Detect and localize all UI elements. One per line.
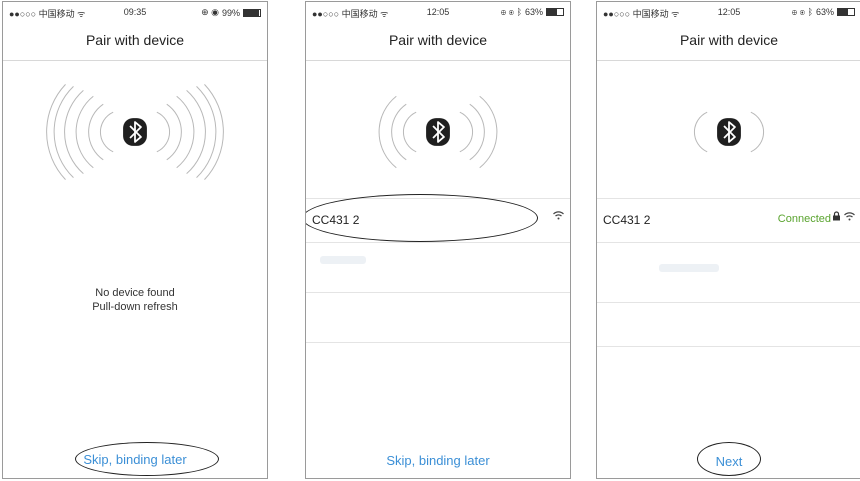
- screen-device-found: ●●○○○ 中国移动 ᯤ 12:05 ⊕ ◉ ᛒ 63% Pair with d…: [305, 1, 571, 479]
- page-title: Pair with device: [85, 32, 185, 48]
- bluetooth-icon: [426, 118, 450, 146]
- bluetooth-search-graphic: [694, 111, 764, 153]
- highlight-oval: [306, 194, 538, 242]
- list-divider: [306, 242, 570, 243]
- connection-status: Connected: [777, 213, 831, 225]
- battery-percent: 99%: [221, 7, 240, 18]
- bluetooth-search-graphic: [46, 84, 224, 180]
- list-divider: [306, 292, 570, 293]
- wifi-icon: [844, 211, 855, 220]
- status-right: ⊕ ◉ ᛒ 63%: [501, 7, 564, 17]
- no-device-text: No device found: [95, 287, 175, 299]
- list-divider: [597, 302, 860, 303]
- battery-icon: [546, 8, 564, 16]
- list-divider: [597, 242, 860, 243]
- row-icons: [553, 211, 564, 220]
- battery-percent: 63%: [524, 7, 543, 17]
- list-divider: [306, 342, 570, 343]
- status-right: ⊕ ◉ ᛒ 63%: [792, 7, 855, 17]
- device-row[interactable]: CC431 2 Connected: [597, 202, 860, 238]
- blurred-row-text: [320, 256, 366, 264]
- wifi-icon: [553, 211, 564, 220]
- battery-icon: [837, 8, 855, 16]
- page-title: Pair with device: [388, 32, 488, 48]
- screen-connected: ●●○○○ 中国移动 ᯤ 12:05 ⊕ ◉ ᛒ 63% Pair with d…: [596, 1, 860, 479]
- blurred-row-text: [659, 264, 719, 272]
- screen-no-device: ●●○○○ 中国移动 ᯤ 09:35 ⊕ ◉ 99% Pair with dev…: [2, 1, 268, 479]
- status-right: ⊕ ◉ 99%: [201, 7, 261, 18]
- empty-message: No device found Pull-down refresh: [3, 286, 267, 314]
- page-title: Pair with device: [679, 32, 779, 48]
- row-icons: [832, 211, 855, 221]
- alarm-icon: ⊕ ◉ ᛒ: [791, 7, 813, 17]
- bluetooth-search-graphic: [378, 95, 498, 169]
- refresh-hint-text: Pull-down refresh: [92, 301, 178, 313]
- bluetooth-icon: [717, 118, 741, 146]
- title-divider: [3, 60, 267, 61]
- list-divider: [597, 198, 860, 199]
- status-bar: ●●○○○ 中国移动 ᯤ 12:05 ⊕ ◉ ᛒ 63%: [597, 2, 860, 22]
- list-divider: [597, 346, 860, 347]
- highlight-oval: [697, 442, 761, 476]
- status-bar: ●●○○○ 中国移动 ᯤ 12:05 ⊕ ◉ ᛒ 63%: [306, 2, 570, 22]
- device-name: CC431 2: [603, 213, 651, 227]
- title-divider: [306, 60, 570, 61]
- battery-percent: 63%: [815, 7, 834, 17]
- battery-icon: [243, 8, 261, 17]
- bluetooth-icon: [123, 118, 147, 146]
- skip-binding-button[interactable]: Skip, binding later: [306, 453, 570, 468]
- alarm-icon: ⊕ ◉ ᛒ: [500, 7, 522, 17]
- title-divider: [597, 60, 860, 61]
- highlight-oval: [75, 442, 219, 476]
- lock-icon: [833, 211, 840, 221]
- alarm-icon: ⊕ ◉: [201, 7, 219, 17]
- status-bar: ●●○○○ 中国移动 ᯤ 09:35 ⊕ ◉ 99%: [3, 2, 267, 22]
